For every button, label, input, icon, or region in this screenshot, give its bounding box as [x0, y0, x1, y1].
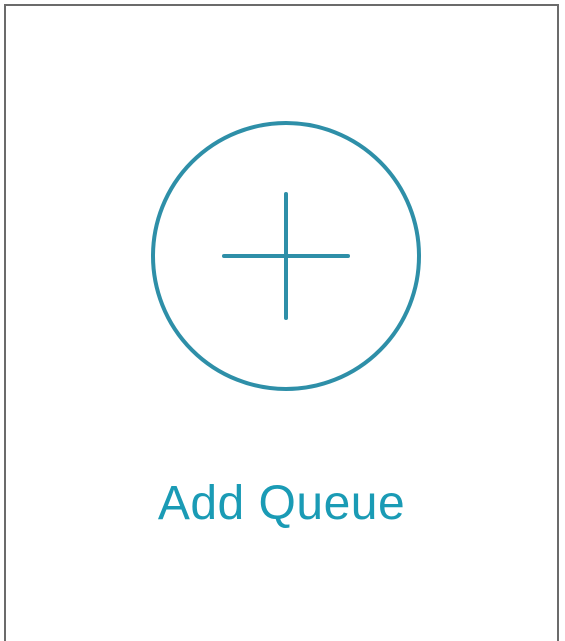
add-queue-label[interactable]: Add Queue	[6, 476, 557, 532]
add-queue-card[interactable]: Add Queue	[4, 4, 559, 641]
plus-circle-icon[interactable]	[151, 121, 421, 391]
